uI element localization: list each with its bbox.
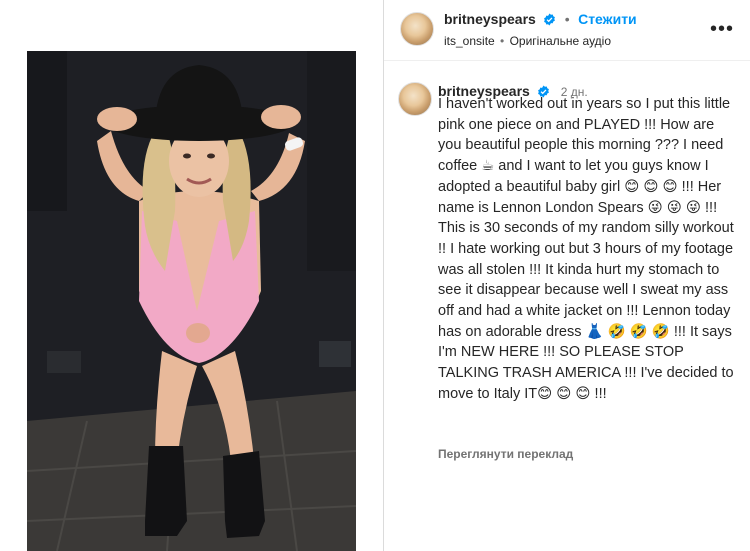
more-options-icon[interactable]: •••: [710, 19, 734, 39]
post-header: britneyspears • Стежити its_onsite • Ори…: [384, 0, 750, 61]
audio-line: its_onsite • Оригінальне аудіо: [444, 34, 611, 48]
caption-block: britneyspears 2 дн. I haven't worked out…: [384, 61, 750, 551]
post-video[interactable]: [27, 51, 356, 551]
caption-author-avatar[interactable]: [398, 82, 432, 116]
author-avatar[interactable]: [400, 12, 434, 46]
audio-label[interactable]: Оригінальне аудіо: [510, 34, 611, 48]
see-translation-link[interactable]: Переглянути переклад: [438, 447, 573, 461]
author-username[interactable]: britneyspears: [444, 11, 536, 27]
video-frame-illustration: [27, 51, 356, 551]
media-pane: [0, 0, 383, 551]
header-top-line: britneyspears • Стежити: [444, 11, 637, 31]
header-separator: •: [564, 11, 570, 27]
audio-separator: •: [500, 34, 505, 48]
caption-text: I haven't worked out in years so I put t…: [438, 96, 734, 402]
follow-button[interactable]: Стежити: [578, 11, 637, 27]
audio-owner[interactable]: its_onsite: [444, 34, 495, 48]
verified-badge-icon: [543, 13, 556, 31]
